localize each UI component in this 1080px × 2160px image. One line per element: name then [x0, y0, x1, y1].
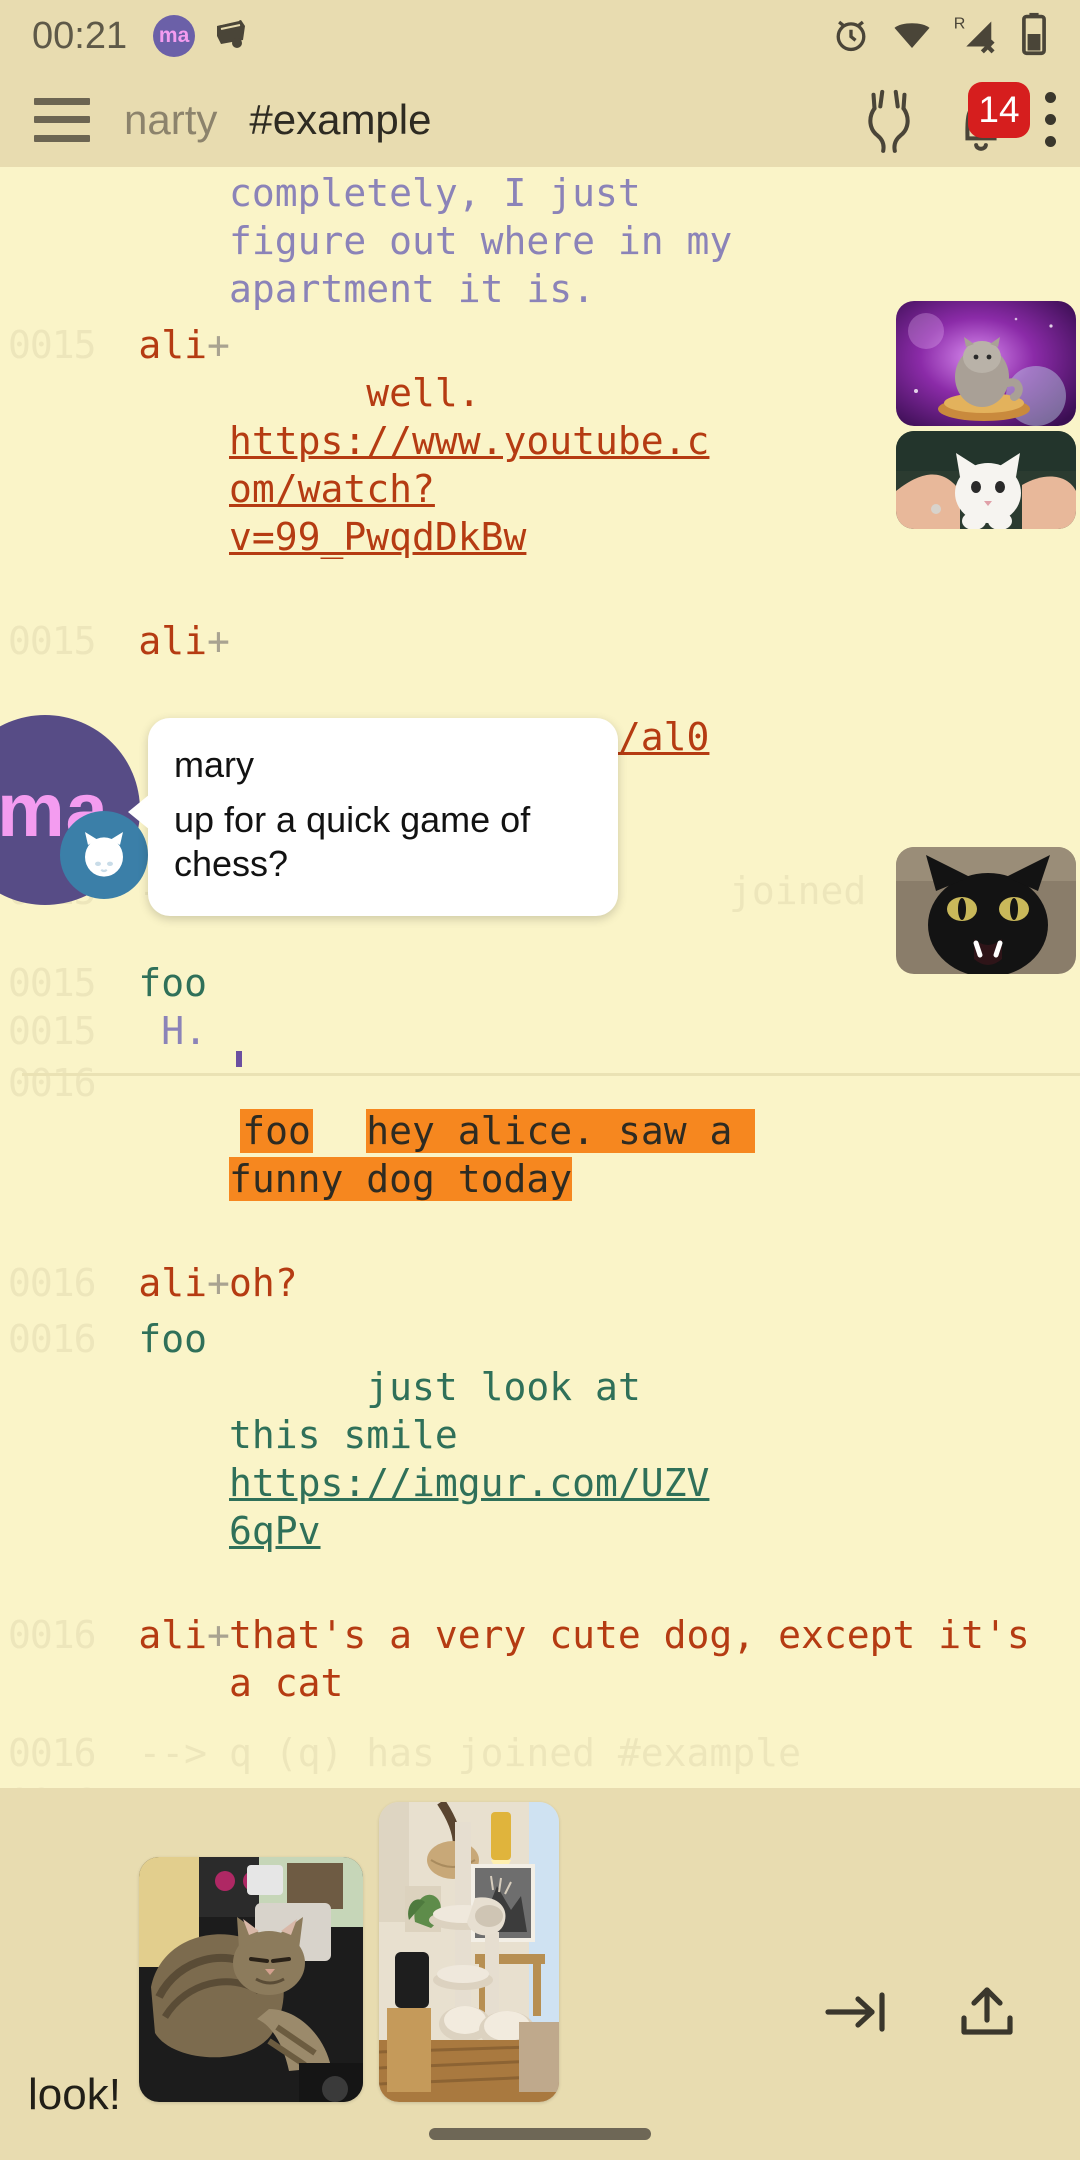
- app-bar: narty #example 14: [0, 72, 1080, 167]
- message-body: well.: [366, 371, 504, 415]
- message-nick[interactable]: ali: [103, 1259, 207, 1307]
- system-navigation-pill[interactable]: [429, 2128, 651, 2140]
- message-text: get up: [229, 1779, 1080, 1788]
- attachment-thumbnail-cat-tree[interactable]: [378, 1802, 559, 2102]
- message-nick[interactable]: H.: [103, 1007, 207, 1055]
- roaming-no-signal-icon: R: [952, 12, 1002, 60]
- message-input[interactable]: look!: [28, 2070, 121, 2120]
- link-thumbnail-space-cat[interactable]: [896, 301, 1076, 426]
- message-prefix: +: [207, 323, 230, 367]
- compose-bar: look!: [0, 1788, 1080, 2160]
- notification-count-badge: 14: [968, 81, 1030, 138]
- message-timestamp: 0015: [8, 961, 97, 1005]
- notification-avatar[interactable]: ma: [0, 715, 148, 905]
- status-bar-notification-icons: ma: [153, 14, 251, 58]
- status-bar-system-icons: R: [830, 12, 1048, 60]
- battery-icon: [1020, 12, 1048, 60]
- link-thumbnail-black-cat[interactable]: [896, 847, 1076, 974]
- message-nick[interactable]: foo: [103, 1059, 313, 1251]
- cat-ears-icon[interactable]: [860, 83, 918, 157]
- chat-message[interactable]: 0016 ali + oh?: [0, 1259, 1080, 1307]
- message-prefix: +: [207, 1261, 230, 1305]
- message-prefix: [207, 959, 229, 1007]
- compose-actions: [824, 1984, 1018, 2044]
- message-timestamp: 0016: [8, 1613, 97, 1657]
- message-prefix: [207, 1059, 229, 1251]
- chat-message-join[interactable]: 0016 --> q (q) has joined #example: [0, 1729, 1080, 1777]
- app-bar-actions: 14: [860, 81, 1056, 157]
- message-text: that's a very cute dog, except it's a ca…: [229, 1613, 1053, 1705]
- message-text: hey alice. saw a funny dog today: [229, 1059, 861, 1251]
- message-nick[interactable]: ali: [103, 321, 207, 609]
- last-read-divider: [22, 1073, 1080, 1076]
- message-prefix: [207, 1779, 229, 1788]
- hamburger-menu-icon[interactable]: [34, 97, 90, 142]
- message-timestamp: 0016: [0, 1779, 103, 1788]
- status-bar-clock: 00:21: [32, 14, 128, 57]
- message-text: just look at this smile https://imgur.co…: [229, 1315, 729, 1603]
- attachment-thumbnail-tabby-cat[interactable]: [138, 1857, 363, 2102]
- attachment-list: [138, 1802, 559, 2160]
- message-timestamp: [0, 169, 103, 313]
- message-text: oh?: [229, 1261, 298, 1305]
- chat-message[interactable]: 0016 ali + that's a very cute dog, excep…: [0, 1611, 1080, 1707]
- message-text: well. https://www.youtube.com/watch?v=99…: [229, 321, 729, 609]
- highlight-marker: [236, 1051, 242, 1067]
- notification-popup[interactable]: mary up for a quick game of chess?: [128, 718, 618, 916]
- message-timestamp: 0016: [8, 1261, 97, 1305]
- message-timestamp: 0015: [8, 1009, 97, 1053]
- chat-message[interactable]: 0016 foo just look at this smile https:/…: [0, 1315, 1080, 1603]
- notification-title: mary: [174, 744, 254, 785]
- notification-body: up for a quick game of chess?: [174, 799, 531, 884]
- message-text: [229, 1007, 1080, 1055]
- message-link[interactable]: https://www.youtube.com/watch?v=99_PwqdD…: [229, 419, 709, 559]
- quassel-icon: [211, 14, 251, 58]
- chat-message[interactable]: completely, I just figure out where in m…: [0, 169, 1080, 313]
- message-text: completely, I just figure out where in m…: [229, 171, 733, 311]
- message-nick[interactable]: ali: [103, 1611, 207, 1707]
- chat-message-list[interactable]: completely, I just figure out where in m…: [0, 167, 1080, 1788]
- message-body: hey alice. saw a funny dog today: [229, 1109, 756, 1201]
- message-timestamp: 0016: [8, 1061, 97, 1105]
- message-timestamp: 0015: [8, 323, 97, 367]
- upload-send-icon[interactable]: [956, 1984, 1018, 2044]
- chat-message[interactable]: 0016 q get up: [0, 1779, 1080, 1788]
- svg-text:R: R: [954, 15, 966, 33]
- message-nick[interactable]: q: [103, 1779, 207, 1788]
- alarm-clock-icon: [830, 13, 872, 59]
- chat-message[interactable]: 0015 H.: [0, 1007, 1080, 1055]
- message-text: q (q) has joined #example: [229, 1731, 801, 1775]
- wifi-icon: [890, 13, 934, 59]
- link-thumbnail-white-cat[interactable]: [896, 431, 1076, 529]
- breadcrumb: narty #example: [124, 96, 431, 144]
- message-prefix: [207, 1729, 229, 1777]
- tab-complete-icon[interactable]: [824, 1987, 890, 2041]
- page-title[interactable]: #example: [249, 96, 431, 144]
- network-name[interactable]: narty: [124, 96, 217, 144]
- message-nick: [103, 169, 207, 313]
- message-nick: -->: [138, 1731, 207, 1775]
- bell-icon[interactable]: 14: [952, 81, 1030, 152]
- message-timestamp: 0016: [8, 1731, 97, 1775]
- message-nick[interactable]: foo: [103, 1315, 207, 1603]
- message-prefix: [207, 169, 229, 313]
- avatar: ma: [153, 15, 196, 57]
- message-timestamp: 0016: [8, 1317, 97, 1361]
- message-prefix: [207, 1315, 229, 1603]
- chat-message-highlighted[interactable]: 0016 foo hey alice. saw a funny dog toda…: [0, 1051, 1080, 1251]
- message-prefix: [207, 1007, 229, 1055]
- message-body: just look at this smile: [229, 1365, 664, 1457]
- message-nick[interactable]: foo: [103, 959, 207, 1007]
- kebab-menu-icon[interactable]: [1044, 92, 1056, 147]
- avatar-initials: ma: [158, 24, 190, 47]
- message-prefix: +: [207, 1613, 230, 1657]
- status-bar: 00:21 ma R: [0, 0, 1080, 72]
- message-link[interactable]: https://imgur.com/UZV6qPv: [229, 1461, 709, 1553]
